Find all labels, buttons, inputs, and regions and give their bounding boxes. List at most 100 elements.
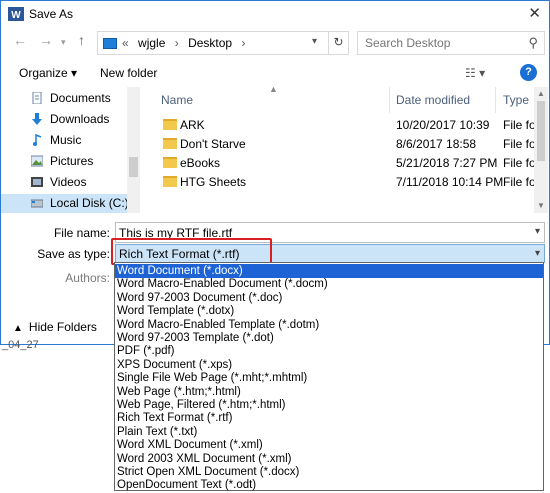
authors-label: Authors: [65, 271, 110, 285]
hide-folders-label: Hide Folders [28, 320, 97, 334]
file-row[interactable]: Don't Starve 8/6/2017 18:58 File fo [149, 134, 539, 153]
file-row[interactable]: HTG Sheets 7/11/2018 10:14 PM File fo [149, 172, 539, 191]
file-type-option[interactable]: Word Template (*.dotx) [115, 304, 543, 318]
nav-scrollbar[interactable] [127, 87, 140, 213]
file-type-option[interactable]: Word 2003 XML Document (*.xml) [115, 452, 543, 466]
breadcrumb: « wjgle › Desktop › [122, 36, 251, 50]
file-type-option[interactable]: Word Macro-Enabled Template (*.dotm) [115, 318, 543, 332]
file-type-option[interactable]: XPS Document (*.xps) [115, 358, 543, 372]
save-as-type-dropdown-icon[interactable]: ▾ [535, 248, 540, 259]
file-name: ARK [180, 118, 205, 132]
address-bar[interactable]: « wjgle › Desktop › ▾ ↻ [97, 31, 349, 55]
forward-arrow-icon[interactable]: → [39, 32, 53, 48]
file-type-option[interactable]: Web Page, Filtered (*.htm;*.html) [115, 398, 543, 412]
file-type-option[interactable]: Plain Text (*.txt) [115, 425, 543, 439]
file-type: File fo [503, 156, 536, 170]
breadcrumb-wjgle[interactable]: wjgle [138, 36, 165, 50]
organize-button[interactable]: Organize ▾ [19, 66, 77, 80]
background-text: _04_27 [2, 339, 39, 351]
file-type-option[interactable]: Rich Text Format (*.rtf) [115, 411, 543, 425]
save-as-type-label: Save as type: [37, 247, 110, 261]
address-dropdown-icon[interactable]: ▾ [312, 36, 317, 47]
file-date: 5/21/2018 7:27 PM [396, 156, 498, 170]
title-bar[interactable]: W Save As ✕ [1, 1, 549, 27]
file-type-option[interactable]: PDF (*.pdf) [115, 344, 543, 358]
pictures-icon [31, 155, 43, 167]
breadcrumb-overflow[interactable]: « [122, 36, 129, 50]
breadcrumb-desktop[interactable]: Desktop [188, 36, 232, 50]
file-type-option[interactable]: Word 97-2003 Template (*.dot) [115, 331, 543, 345]
breadcrumb-separator[interactable]: › [175, 36, 179, 50]
file-type-option[interactable]: OpenDocument Text (*.odt) [115, 478, 543, 492]
nav-item-label: Local Disk (C:) [50, 196, 129, 210]
column-divider[interactable] [495, 87, 496, 113]
search-input[interactable] [365, 33, 525, 53]
music-icon [33, 134, 42, 146]
documents-icon [32, 92, 42, 104]
sort-ascending-icon: ▲ [269, 87, 278, 94]
file-type: File fo [503, 175, 536, 189]
nav-item-label: Documents [50, 91, 111, 105]
file-type-option[interactable]: Word 97-2003 Document (*.doc) [115, 291, 543, 305]
column-header-type[interactable]: Type [503, 93, 529, 107]
videos-icon [31, 177, 43, 187]
highlight-annotation-box [111, 238, 272, 265]
file-type: File fo [503, 118, 536, 132]
folder-icon [163, 157, 177, 168]
column-header-name[interactable]: Name [161, 93, 193, 107]
navigation-pane: Documents Downloads Music Pictures Video… [1, 87, 141, 213]
file-type: File fo [503, 137, 536, 151]
scroll-up-icon[interactable]: ▲ [537, 89, 545, 98]
file-type-option[interactable]: Strict Open XML Document (*.docx) [115, 465, 543, 479]
column-divider[interactable] [389, 87, 390, 113]
nav-item-local-disk[interactable]: Local Disk (C:) [1, 194, 129, 213]
local-disk-icon [31, 199, 43, 208]
file-type-option[interactable]: Word Macro-Enabled Document (*.docm) [115, 277, 543, 291]
file-date: 7/11/2018 10:14 PM [396, 175, 504, 189]
file-list-scrollbar-thumb[interactable] [537, 101, 545, 161]
file-name: eBooks [180, 156, 221, 170]
file-type-dropdown-list[interactable]: Word Document (*.docx) Word Macro-Enabled… [114, 262, 544, 491]
folder-icon [163, 119, 177, 130]
up-arrow-icon[interactable]: ↑ [78, 32, 85, 48]
file-type-option[interactable]: Single File Web Page (*.mht;*.mhtml) [115, 371, 543, 385]
close-icon[interactable]: ✕ [528, 4, 541, 22]
breadcrumb-separator[interactable]: › [241, 36, 245, 50]
folder-icon [163, 138, 177, 149]
file-name: HTG Sheets [180, 175, 247, 189]
file-row[interactable]: eBooks 5/21/2018 7:27 PM File fo [149, 153, 539, 172]
new-folder-button[interactable]: New folder [100, 66, 157, 80]
nav-item-label: Videos [50, 175, 87, 189]
view-options-icon[interactable]: ☷ ▾ [465, 66, 485, 80]
file-name-dropdown-icon[interactable]: ▾ [535, 226, 540, 237]
file-list-scrollbar[interactable]: ▲ ▼ [534, 87, 548, 213]
help-icon[interactable]: ? [520, 64, 537, 81]
nav-item-label: Downloads [50, 112, 110, 126]
downloads-icon [32, 113, 42, 125]
file-name-label: File name: [53, 226, 110, 240]
this-pc-icon [103, 38, 117, 49]
search-box[interactable]: ⚲ [357, 31, 545, 55]
nav-item-label: Music [50, 133, 82, 147]
file-list: ▲ Name Date modified Type ARK 10/20/2017… [149, 87, 549, 213]
folder-icon [163, 176, 177, 187]
file-type-option[interactable]: Word Document (*.docx) [115, 264, 543, 278]
scroll-down-icon[interactable]: ▼ [537, 201, 545, 210]
window-title: Save As [29, 7, 74, 21]
file-row[interactable]: ARK 10/20/2017 10:39 File fo [149, 115, 539, 134]
file-type-option[interactable]: Web Page (*.htm;*.html) [115, 385, 543, 399]
hide-folders-button[interactable]: ▲ Hide Folders [13, 320, 97, 334]
svg-text:W: W [11, 10, 21, 21]
nav-item-label: Pictures [50, 154, 94, 168]
toolbar: Organize ▾ New folder ☷ ▾ ? [1, 59, 549, 87]
file-type-option[interactable]: Word XML Document (*.xml) [115, 438, 543, 452]
search-icon[interactable]: ⚲ [528, 35, 538, 51]
back-arrow-icon[interactable]: ← [13, 32, 27, 48]
refresh-icon[interactable]: ↻ [328, 32, 348, 54]
recent-chevron-icon[interactable]: ▾ [61, 37, 66, 48]
column-header-date-modified[interactable]: Date modified [396, 93, 470, 107]
nav-scrollbar-thumb[interactable] [129, 157, 138, 177]
file-date: 8/6/2017 18:58 [396, 137, 477, 151]
chevron-up-icon: ▲ [13, 323, 23, 334]
file-name: Don't Starve [180, 137, 246, 151]
